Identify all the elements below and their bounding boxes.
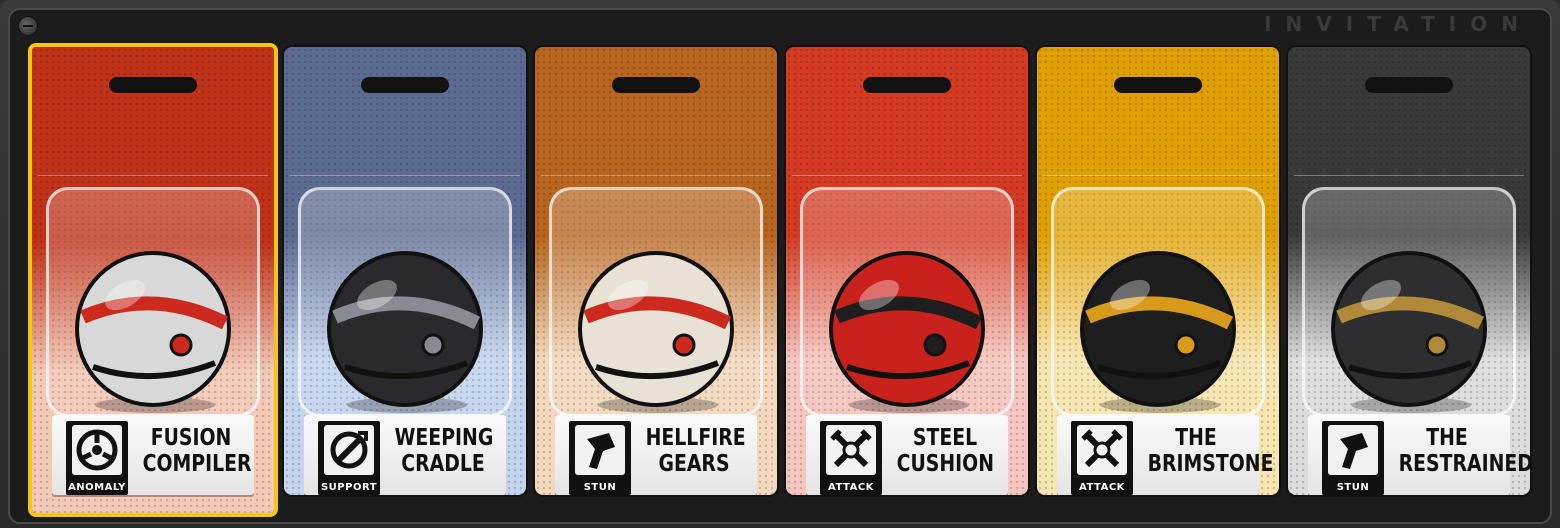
role-name: STUN	[1336, 482, 1370, 493]
panel-title: INVITATION	[1264, 12, 1532, 36]
role-badge: ATTACK	[1071, 421, 1133, 495]
hanger-hole	[612, 77, 700, 93]
name-label: ATTACK STEEL CUSHION	[806, 415, 1008, 495]
name-line-2: CRADLE	[401, 451, 485, 477]
role-name: SUPPORT	[320, 482, 378, 493]
bangboo-name: THE RESTRAINED	[1398, 425, 1532, 477]
hanger-hole	[863, 77, 951, 93]
bangboo-figure	[817, 237, 997, 417]
name-line-1: FUSION	[150, 425, 232, 451]
name-label: SUPPORT WEEPING CRADLE	[304, 415, 506, 495]
bangboo-name: THE BRIMSTONE	[1147, 425, 1274, 477]
bangboo-figure	[1319, 237, 1499, 417]
role-badge: ANOMALY	[66, 421, 128, 495]
bangboo-name: FUSION COMPILER	[142, 425, 252, 477]
attack-icon	[1077, 425, 1127, 475]
bangboo-card-3[interactable]: ATTACK STEEL CUSHION	[784, 45, 1030, 497]
bangboo-figure	[315, 237, 495, 417]
support-icon	[324, 425, 374, 475]
name-line-1: HELLFIRE	[645, 425, 746, 451]
name-label: ATTACK THE BRIMSTONE	[1057, 415, 1274, 495]
invitation-panel: INVITATION ANOMALY FUSION COMPILER SUPPORT W…	[0, 0, 1560, 528]
bangboo-figure	[1068, 237, 1248, 417]
name-label: ANOMALY FUSION COMPILER	[52, 415, 254, 495]
card-row: ANOMALY FUSION COMPILER SUPPORT WEEPING CRADL…	[28, 43, 1532, 520]
bangboo-figure	[63, 237, 243, 417]
bangboo-name: WEEPING CRADLE	[394, 425, 494, 477]
hanger-hole	[109, 77, 197, 93]
bangboo-card-0[interactable]: ANOMALY FUSION COMPILER	[28, 43, 278, 517]
role-name: ATTACK	[1079, 482, 1125, 493]
role-name: ANOMALY	[68, 482, 126, 493]
bangboo-card-2[interactable]: STUN HELLFIRE GEARS	[533, 45, 779, 497]
bangboo-name: HELLFIRE GEARS	[645, 425, 746, 477]
name-line-2: GEARS	[658, 451, 730, 477]
name-line-2: COMPILER	[142, 451, 252, 477]
bangboo-card-5[interactable]: STUN THE RESTRAINED	[1286, 45, 1532, 497]
role-badge: SUPPORT	[318, 421, 380, 495]
name-line-1: STEEL	[912, 425, 978, 451]
attack-icon	[826, 425, 876, 475]
role-name: STUN	[583, 482, 617, 493]
role-name: ATTACK	[828, 482, 874, 493]
screw-icon	[18, 16, 38, 36]
hanger-hole	[1365, 77, 1453, 93]
stun-icon	[575, 425, 625, 475]
hanger-hole	[361, 77, 449, 93]
bangboo-figure	[566, 237, 746, 417]
name-line-1: THE	[1426, 425, 1468, 451]
name-line-1: THE	[1175, 425, 1217, 451]
bangboo-card-1[interactable]: SUPPORT WEEPING CRADLE	[282, 45, 528, 497]
anomaly-icon	[72, 425, 122, 475]
stun-icon	[1328, 425, 1378, 475]
role-badge: STUN	[1322, 421, 1384, 495]
bangboo-name: STEEL CUSHION	[897, 425, 994, 477]
hanger-hole	[1114, 77, 1202, 93]
role-badge: ATTACK	[820, 421, 882, 495]
name-label: STUN THE RESTRAINED	[1308, 415, 1532, 495]
name-line-2: CUSHION	[896, 451, 994, 477]
name-line-2: BRIMSTONE	[1147, 451, 1274, 477]
role-badge: STUN	[569, 421, 631, 495]
name-label: STUN HELLFIRE GEARS	[555, 415, 757, 495]
name-line-2: RESTRAINED	[1398, 451, 1532, 477]
name-line-1: WEEPING	[394, 425, 494, 451]
bangboo-card-4[interactable]: ATTACK THE BRIMSTONE	[1035, 45, 1281, 497]
